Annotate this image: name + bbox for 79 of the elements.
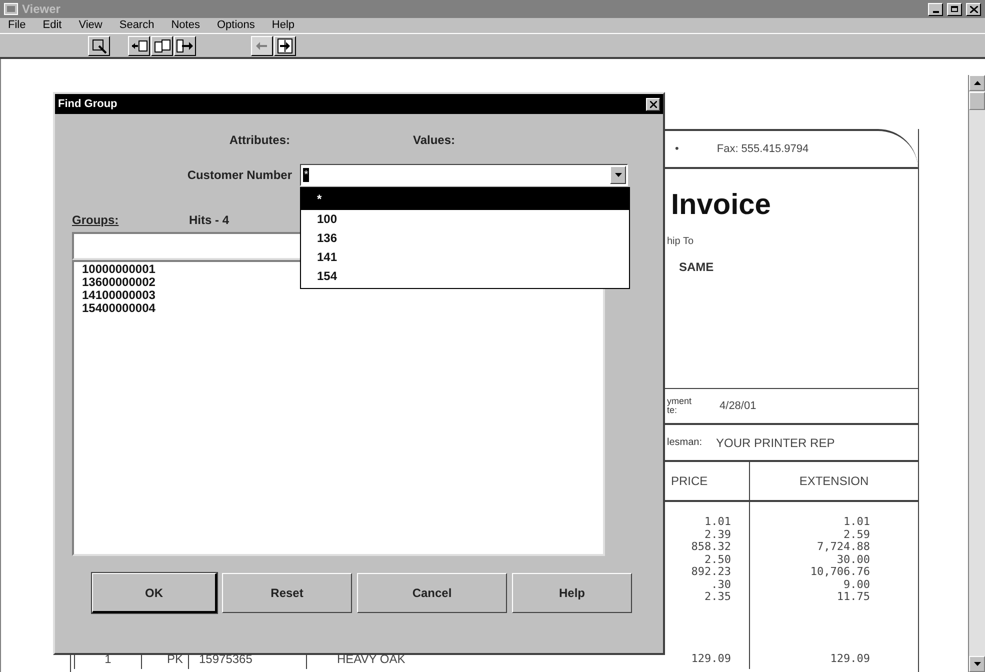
salesman-value: YOUR PRINTER REP <box>716 434 835 452</box>
window-title: Viewer <box>22 1 60 18</box>
pages-icon <box>153 36 171 54</box>
date-label: yment te: <box>667 397 692 415</box>
price-cell-text: 129.09 <box>690 650 732 667</box>
price-cell: 1.01 <box>704 516 731 528</box>
groups-label: Groups: <box>72 212 120 229</box>
down-arrow-icon <box>614 173 622 177</box>
toolbar-button[interactable] <box>88 36 110 56</box>
dialog-button[interactable]: Help <box>512 573 632 613</box>
arrow-box-icon <box>276 36 294 54</box>
attribute-label: Customer Number <box>186 167 292 184</box>
extension-cell: 30.00 <box>836 554 870 566</box>
extension-cell: 1.01 <box>844 516 870 528</box>
date-value: 4/28/01 <box>720 398 756 414</box>
extension-cell: 10,706.76 <box>810 566 870 578</box>
dialog-title: Find Group <box>58 96 118 112</box>
group-list-item[interactable]: 13600000002 <box>82 276 156 289</box>
dropdown-option[interactable]: 136 <box>301 229 629 248</box>
column-header: EXTENSION <box>749 462 918 500</box>
scroll-down-button[interactable] <box>969 656 985 672</box>
maximize-button[interactable] <box>947 2 962 16</box>
description-cell-text: HEAVY OAK <box>336 651 406 668</box>
salesman-label: lesman: <box>667 436 702 450</box>
hits-count: Hits - 4 <box>189 212 230 229</box>
dropdown-option[interactable]: 100 <box>301 210 629 229</box>
extension-cell: 11.75 <box>836 591 870 604</box>
menu-item[interactable]: File <box>8 20 26 31</box>
ship-to-label: hip To <box>666 235 695 249</box>
ship-to-value: SAME <box>678 259 715 276</box>
toolbar-button[interactable] <box>174 36 196 56</box>
toolbar-button[interactable] <box>274 36 296 56</box>
group-list-item[interactable]: 10000000001 <box>82 263 156 276</box>
dropdown-option[interactable]: * <box>301 188 629 210</box>
dialog-button[interactable]: OK <box>92 573 217 613</box>
scrollbar[interactable] <box>968 75 985 672</box>
close-icon <box>650 100 656 108</box>
price-cell: 858.32 <box>691 541 731 554</box>
close-button[interactable] <box>646 98 660 110</box>
invoice-heading: Invoice <box>670 191 772 220</box>
down-arrow-icon <box>974 662 980 666</box>
group-list-item[interactable]: 15400000004 <box>82 302 156 315</box>
extension-cell: 7,724.88 <box>817 541 870 554</box>
extension-cell: 2.59 <box>844 528 870 541</box>
menu-item[interactable]: Edit <box>42 20 62 31</box>
menu-item[interactable]: View <box>78 20 102 31</box>
value-combo-box[interactable]: * <box>300 164 628 186</box>
toolbar-button[interactable] <box>151 36 173 56</box>
magnifier-icon <box>90 36 108 54</box>
minimize-button[interactable] <box>928 2 943 16</box>
price-cell: .30 <box>711 578 731 591</box>
price-cell: 2.39 <box>704 528 731 541</box>
dropdown-button[interactable] <box>610 166 626 184</box>
scroll-up-button[interactable] <box>969 75 985 91</box>
app-icon <box>4 3 18 15</box>
menu-item[interactable]: Search <box>119 20 154 31</box>
menu-item[interactable]: Notes <box>171 20 200 31</box>
group-list-item[interactable]: 14100000003 <box>82 289 156 302</box>
dialog-button[interactable]: Reset <box>222 573 352 613</box>
column-heading: Attributes: <box>228 132 290 149</box>
extension-cell: 129.09 <box>749 649 918 669</box>
page-arrow-icon <box>176 36 194 54</box>
menu-item[interactable]: Help <box>272 20 295 31</box>
dialog-button[interactable]: Cancel <box>357 573 507 613</box>
extension-cell: 9.00 <box>844 578 870 591</box>
column-header: PRICE <box>670 473 709 490</box>
menu-item[interactable]: Options <box>216 20 255 31</box>
scroll-thumb[interactable] <box>969 92 985 110</box>
up-arrow-icon <box>974 81 980 85</box>
close-icon <box>970 6 978 12</box>
price-cell: 2.50 <box>704 554 731 566</box>
close-button[interactable] <box>966 2 981 16</box>
toolbar-button[interactable] <box>128 36 150 56</box>
fax-number: Fax: 555.415.9794 <box>716 142 809 157</box>
bullet-text: • <box>675 142 679 157</box>
price-cell: 2.35 <box>704 591 731 604</box>
price-cell: 892.23 <box>691 566 731 578</box>
combo-value: * <box>303 168 310 182</box>
column-heading: Values: <box>413 132 456 149</box>
